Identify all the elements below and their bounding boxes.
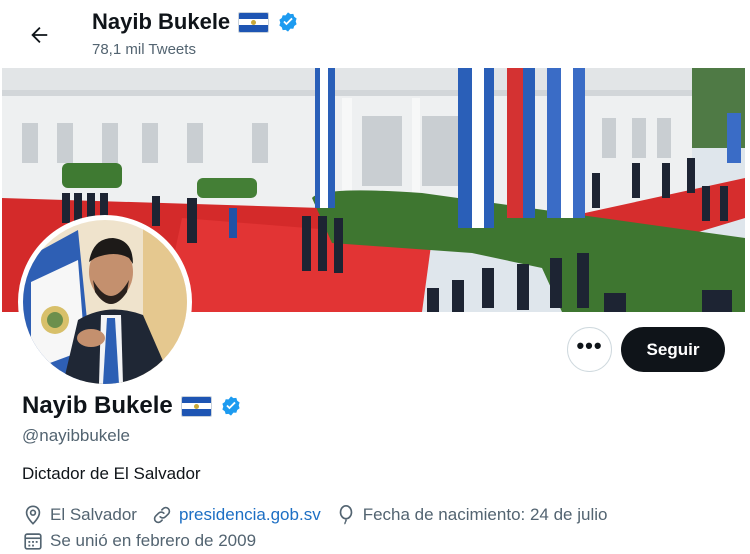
calendar-icon	[24, 533, 42, 550]
website-link[interactable]: presidencia.gob.sv	[179, 505, 321, 525]
profile-joined-row: Se unió en febrero de 2009	[22, 530, 270, 552]
verified-badge-icon	[279, 12, 297, 32]
birthday-text: Fecha de nacimiento: 24 de julio	[362, 505, 608, 524]
verified-badge-icon	[222, 396, 240, 416]
birthday-item: Fecha de nacimiento: 24 de julio	[335, 504, 608, 526]
header-name-row: Nayib Bukele	[92, 9, 299, 35]
header-name: Nayib Bukele	[92, 9, 231, 34]
joined-text: Se unió en febrero de 2009	[50, 531, 257, 550]
location-pin-icon	[25, 505, 41, 525]
el-salvador-flag-icon	[238, 11, 270, 33]
location-item: El Salvador	[22, 504, 137, 526]
location-text: El Salvador	[50, 505, 137, 524]
profile-bio: Dictador de El Salvador	[22, 464, 201, 483]
website-item: presidencia.gob.sv	[151, 504, 321, 526]
joined-item: Se unió en febrero de 2009	[22, 530, 256, 552]
tweet-count: 78,1 mil Tweets	[92, 41, 196, 58]
profile-name: Nayib Bukele	[22, 392, 173, 419]
profile-meta-row: El Salvador presidencia.gob.sv Fecha de …	[22, 504, 621, 526]
balloon-icon	[339, 505, 353, 525]
back-button[interactable]	[22, 18, 56, 52]
top-bar: Nayib Bukele 78,1 mil Tweets	[0, 0, 750, 68]
avatar[interactable]	[18, 215, 192, 389]
follow-button[interactable]: Seguir	[621, 327, 725, 372]
profile-handle: @nayibbukele	[22, 426, 130, 445]
arrow-left-icon	[31, 27, 48, 43]
more-options-label: •••	[576, 332, 603, 358]
more-options-button[interactable]: •••	[567, 327, 612, 372]
profile-name-row: Nayib Bukele	[22, 392, 242, 420]
el-salvador-flag-icon	[180, 395, 212, 417]
link-icon	[153, 506, 171, 524]
